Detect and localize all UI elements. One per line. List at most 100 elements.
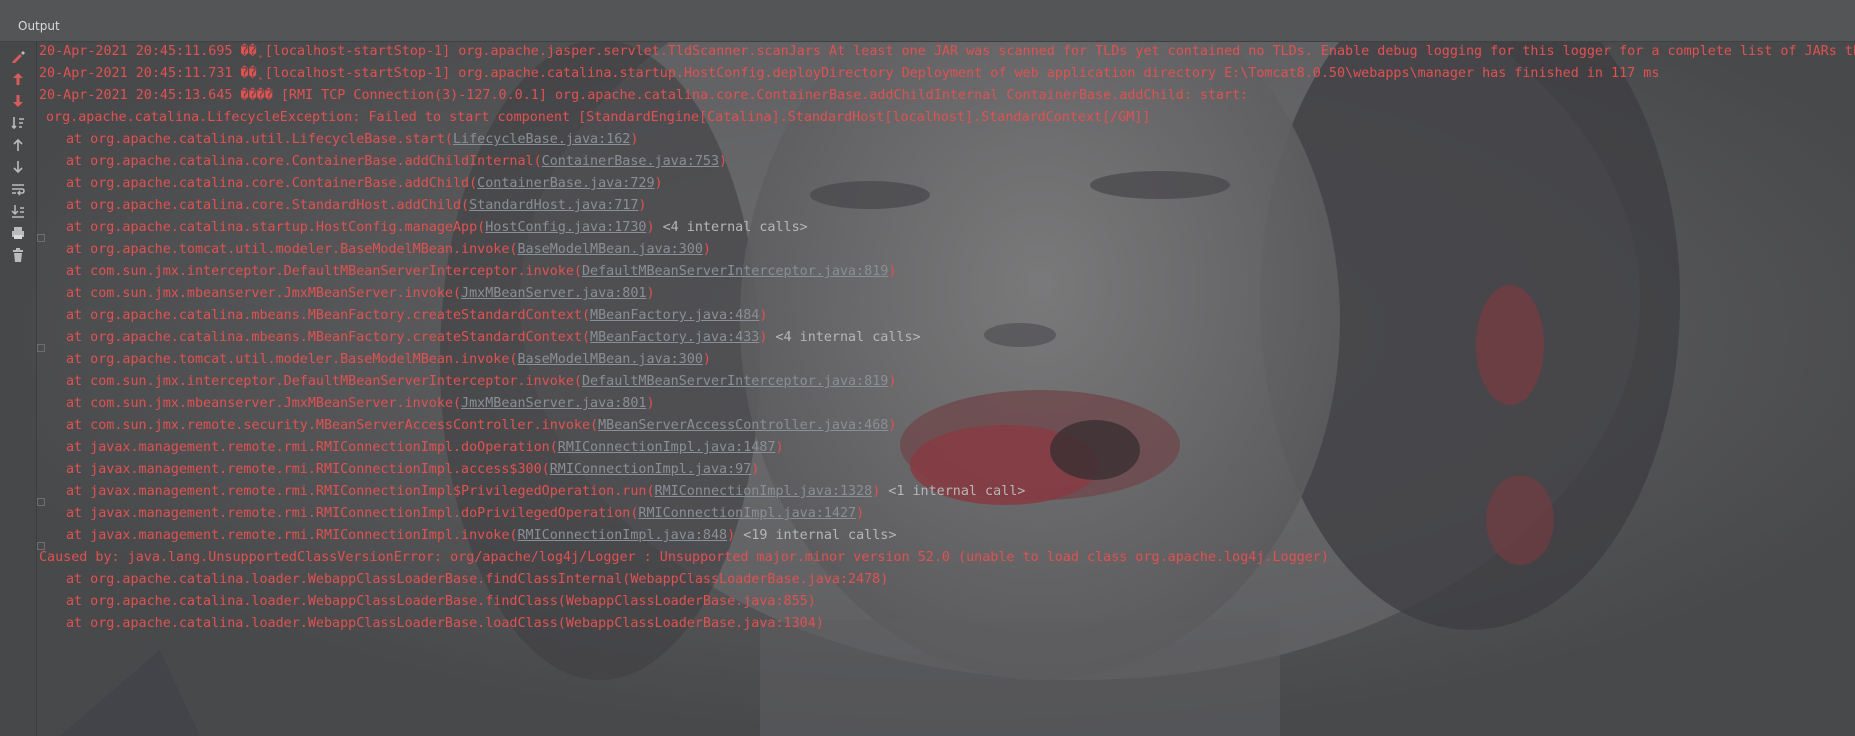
source-link[interactable]: RMIConnectionImpl.java:1427 xyxy=(638,506,856,521)
soft-wrap-icon[interactable] xyxy=(9,180,27,198)
console-line: 20-Apr-2021 20:45:11.731 ��̨ [localhost-… xyxy=(39,64,1659,84)
console-line: at org.apache.catalina.mbeans.MBeanFacto… xyxy=(66,306,767,326)
source-link[interactable]: MBeanFactory.java:433 xyxy=(590,330,759,345)
line-text: Caused by: java.lang.UnsupportedClassVer… xyxy=(39,550,1329,565)
line-text: at org.apache.catalina.mbeans.MBeanFacto… xyxy=(66,330,591,345)
line-text: at com.sun.jmx.mbeanserver.JmxMBeanServe… xyxy=(66,396,462,411)
fold-toggle-icon[interactable] xyxy=(37,344,45,352)
source-link[interactable]: BaseModelMBean.java:300 xyxy=(517,352,702,367)
line-text: at javax.management.remote.rmi.RMIConnec… xyxy=(66,440,558,455)
line-suffix: ) xyxy=(719,154,728,169)
console-line: at org.apache.catalina.loader.WebappClas… xyxy=(66,570,888,590)
fold-toggle-icon[interactable] xyxy=(37,234,45,242)
console-output[interactable]: 20-Apr-2021 20:45:11.695 ��̨ [localhost-… xyxy=(37,41,1855,736)
line-suffix: ) xyxy=(727,528,736,543)
sort-icon[interactable] xyxy=(9,114,27,132)
console-line: at com.sun.jmx.remote.security.MBeanServ… xyxy=(66,416,896,436)
console-line: at org.apache.tomcat.util.modeler.BaseMo… xyxy=(66,240,711,260)
output-panel-header: Output xyxy=(0,0,1855,42)
line-text: at com.sun.jmx.interceptor.DefaultMBeanS… xyxy=(66,374,582,389)
source-link[interactable]: DefaultMBeanServerInterceptor.java:819 xyxy=(582,264,888,279)
line-text: 20-Apr-2021 20:45:13.645 ���� [RMI TCP C… xyxy=(39,88,1249,103)
line-text: at org.apache.tomcat.util.modeler.BaseMo… xyxy=(66,242,518,257)
console-line: at javax.management.remote.rmi.RMIConnec… xyxy=(66,438,784,458)
source-link[interactable]: RMIConnectionImpl.java:1487 xyxy=(558,440,776,455)
line-suffix: ) xyxy=(856,506,865,521)
fold-toggle-icon[interactable] xyxy=(37,498,45,506)
source-link[interactable]: HostConfig.java:1730 xyxy=(485,220,646,235)
console-line: at org.apache.catalina.loader.WebappClas… xyxy=(66,614,824,634)
scroll-up-icon[interactable] xyxy=(9,136,27,154)
line-suffix: ) xyxy=(759,308,768,323)
console-line: at com.sun.jmx.interceptor.DefaultMBeanS… xyxy=(66,262,896,282)
console-line: 20-Apr-2021 20:45:11.695 ��̨ [localhost-… xyxy=(39,42,1855,62)
line-text: at org.apache.tomcat.util.modeler.BaseMo… xyxy=(66,352,518,367)
console-line: at com.sun.jmx.mbeanserver.JmxMBeanServe… xyxy=(66,394,655,414)
scroll-to-end-icon[interactable] xyxy=(9,202,27,220)
line-suffix: ) xyxy=(646,286,655,301)
console-line: 20-Apr-2021 20:45:13.645 ���� [RMI TCP C… xyxy=(39,86,1248,106)
line-suffix: ) xyxy=(751,462,760,477)
source-link[interactable]: BaseModelMBean.java:300 xyxy=(517,242,702,257)
line-text: at org.apache.catalina.startup.HostConfi… xyxy=(66,220,486,235)
line-text: at org.apache.catalina.core.ContainerBas… xyxy=(66,176,478,191)
panel-title: Output xyxy=(18,19,60,33)
source-link[interactable]: RMIConnectionImpl.java:97 xyxy=(550,462,752,477)
line-suffix: ) xyxy=(654,176,663,191)
next-occurrence-icon[interactable] xyxy=(9,92,27,110)
source-link[interactable]: ContainerBase.java:729 xyxy=(477,176,654,191)
line-suffix: ) xyxy=(702,242,711,257)
line-suffix: ) xyxy=(888,374,897,389)
console-line: at org.apache.catalina.core.ContainerBas… xyxy=(66,152,727,172)
source-link[interactable]: JmxMBeanServer.java:801 xyxy=(461,286,646,301)
line-suffix: ) xyxy=(702,352,711,367)
console-line: at org.apache.catalina.util.LifecycleBas… xyxy=(66,130,638,150)
internal-calls-note[interactable]: <4 internal calls> xyxy=(767,330,920,345)
line-suffix: ) xyxy=(888,264,897,279)
line-text: at javax.management.remote.rmi.RMIConnec… xyxy=(66,462,550,477)
previous-occurrence-icon[interactable] xyxy=(9,70,27,88)
line-text: 20-Apr-2021 20:45:11.695 ��̨ [localhost-… xyxy=(39,44,1855,59)
source-link[interactable]: StandardHost.java:717 xyxy=(469,198,638,213)
scroll-down-icon[interactable] xyxy=(9,158,27,176)
source-link[interactable]: RMIConnectionImpl.java:848 xyxy=(517,528,727,543)
console-line: Caused by: java.lang.UnsupportedClassVer… xyxy=(39,548,1329,568)
line-text: at org.apache.catalina.mbeans.MBeanFacto… xyxy=(66,308,591,323)
source-link[interactable]: JmxMBeanServer.java:801 xyxy=(461,396,646,411)
console-line: at org.apache.tomcat.util.modeler.BaseMo… xyxy=(66,350,711,370)
trash-icon[interactable] xyxy=(9,246,27,264)
console-line: at org.apache.catalina.startup.HostConfi… xyxy=(66,218,808,238)
console-line: at javax.management.remote.rmi.RMIConnec… xyxy=(66,526,896,546)
console-line: at com.sun.jmx.mbeanserver.JmxMBeanServe… xyxy=(66,284,655,304)
internal-calls-note[interactable]: <4 internal calls> xyxy=(655,220,808,235)
print-icon[interactable] xyxy=(9,224,27,242)
source-link[interactable]: DefaultMBeanServerInterceptor.java:819 xyxy=(582,374,888,389)
line-text: at org.apache.catalina.loader.WebappClas… xyxy=(66,616,824,631)
line-text: at javax.management.remote.rmi.RMIConnec… xyxy=(66,506,639,521)
source-link[interactable]: RMIConnectionImpl.java:1328 xyxy=(655,484,873,499)
line-suffix: ) xyxy=(888,418,897,433)
line-text: at org.apache.catalina.core.StandardHost… xyxy=(66,198,470,213)
console-line: at org.apache.catalina.loader.WebappClas… xyxy=(66,592,816,612)
line-text: at javax.management.remote.rmi.RMIConnec… xyxy=(66,528,518,543)
line-suffix: ) xyxy=(775,440,784,455)
line-suffix: ) xyxy=(646,220,655,235)
source-link[interactable]: ContainerBase.java:753 xyxy=(542,154,719,169)
line-text: org.apache.catalina.LifecycleException: … xyxy=(46,110,1151,125)
line-text: at com.sun.jmx.remote.security.MBeanServ… xyxy=(66,418,599,433)
line-text: at org.apache.catalina.loader.WebappClas… xyxy=(66,572,889,587)
internal-calls-note[interactable]: <1 internal call> xyxy=(880,484,1025,499)
source-link[interactable]: MBeanFactory.java:484 xyxy=(590,308,759,323)
line-suffix: ) xyxy=(646,396,655,411)
console-line: at com.sun.jmx.interceptor.DefaultMBeanS… xyxy=(66,372,896,392)
source-link[interactable]: MBeanServerAccessController.java:468 xyxy=(598,418,888,433)
internal-calls-note[interactable]: <19 internal calls> xyxy=(735,528,896,543)
console-line: at javax.management.remote.rmi.RMIConnec… xyxy=(66,504,864,524)
console-line: at org.apache.catalina.core.StandardHost… xyxy=(66,196,646,216)
clear-all-icon[interactable] xyxy=(9,48,27,66)
source-link[interactable]: LifecycleBase.java:162 xyxy=(453,132,630,147)
console-line: at org.apache.catalina.core.ContainerBas… xyxy=(66,174,663,194)
line-text: at org.apache.catalina.core.ContainerBas… xyxy=(66,154,542,169)
line-text: at com.sun.jmx.interceptor.DefaultMBeanS… xyxy=(66,264,582,279)
line-text: 20-Apr-2021 20:45:11.731 ��̨ [localhost-… xyxy=(39,66,1660,81)
